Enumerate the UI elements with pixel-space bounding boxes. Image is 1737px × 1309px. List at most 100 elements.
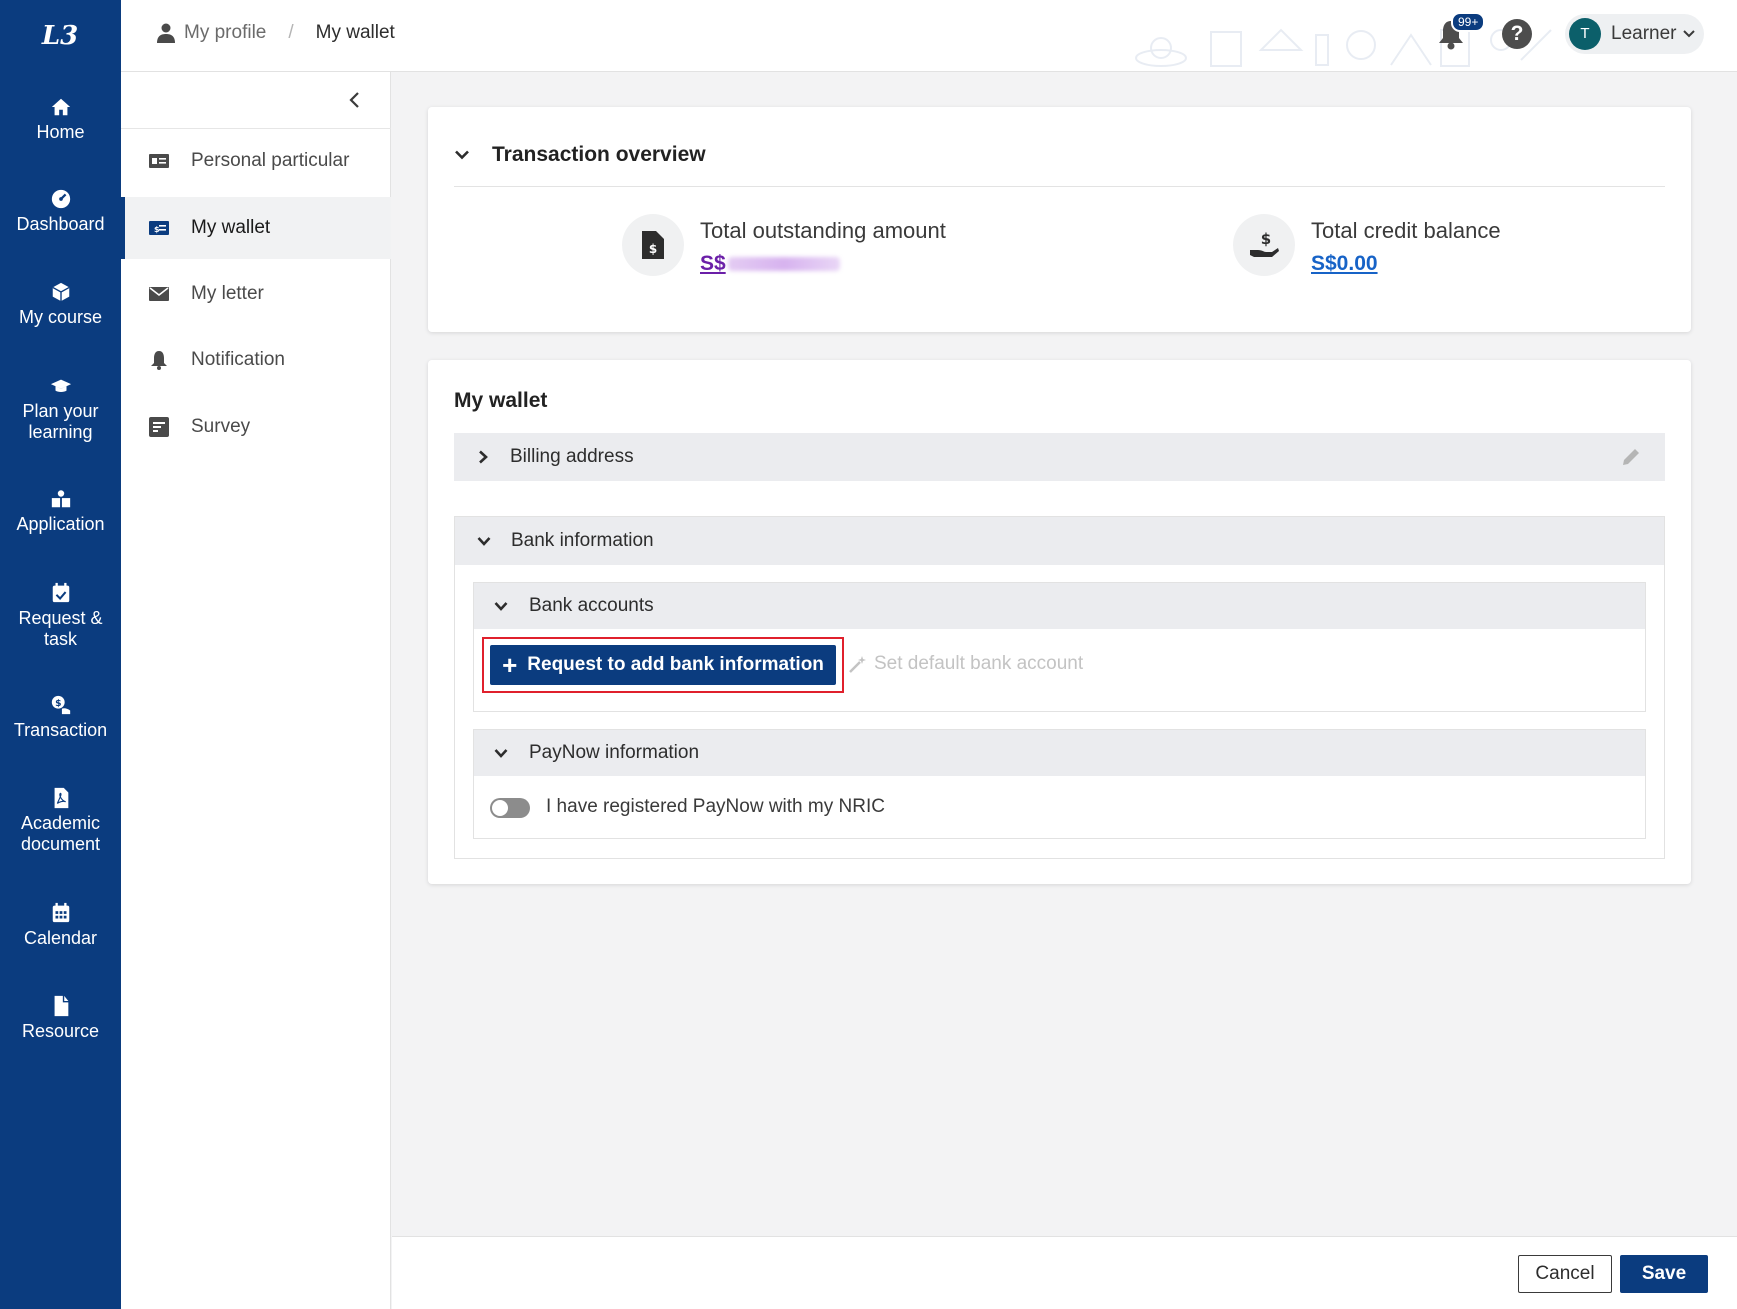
nav-item-label: Dashboard bbox=[16, 214, 105, 234]
set-default-bank-button[interactable]: Set default bank account bbox=[848, 653, 1083, 675]
graduation-cap-icon bbox=[50, 379, 71, 392]
user-name: Learner bbox=[1611, 23, 1677, 44]
app-logo[interactable]: L3 bbox=[40, 16, 80, 56]
svg-text:$: $ bbox=[649, 242, 657, 256]
nav-item-label: Request & task bbox=[18, 608, 103, 649]
nav-item-academic-document[interactable]: Academic document bbox=[0, 787, 121, 855]
bank-information-label: Bank information bbox=[511, 530, 654, 551]
invoice-icon-circle: $ bbox=[622, 214, 684, 276]
save-button[interactable]: Save bbox=[1620, 1255, 1708, 1293]
submenu-item-my-letter[interactable]: My letter bbox=[121, 263, 391, 325]
nav-item-label: Transaction bbox=[13, 720, 108, 740]
breadcrumb-separator: / bbox=[288, 22, 294, 43]
application-icon bbox=[51, 490, 70, 508]
submenu-item-personal-particular[interactable]: Personal particular bbox=[121, 130, 391, 192]
billing-address-accordion[interactable]: Billing address bbox=[454, 433, 1665, 481]
bank-accounts-accordion[interactable]: Bank accounts bbox=[474, 583, 1645, 629]
chevron-down-icon bbox=[477, 537, 491, 546]
nav-item-transaction[interactable]: $ Transaction bbox=[0, 694, 121, 741]
left-navigation: L3 Home Dashboard My course Plan your le… bbox=[0, 0, 121, 1309]
paynow-accordion[interactable]: PayNow information bbox=[474, 730, 1645, 776]
help-icon[interactable]: ? bbox=[1502, 19, 1532, 49]
svg-text:$: $ bbox=[1261, 230, 1271, 248]
nav-item-dashboard[interactable]: Dashboard bbox=[0, 188, 121, 235]
paynow-toggle[interactable] bbox=[490, 798, 530, 818]
toggle-knob bbox=[492, 800, 508, 816]
breadcrumb-my-profile[interactable]: My profile bbox=[184, 22, 266, 44]
chevron-down-icon bbox=[455, 150, 469, 160]
chevron-down-icon bbox=[494, 602, 508, 611]
user-menu[interactable]: T Learner bbox=[1565, 14, 1704, 54]
nav-item-my-course[interactable]: My course bbox=[0, 281, 121, 328]
chevron-down-icon bbox=[1682, 30, 1695, 38]
hand-money-icon-circle: $ bbox=[1233, 214, 1295, 276]
submenu-item-my-wallet[interactable]: $ My wallet bbox=[121, 197, 391, 259]
profile-submenu: Personal particular $ My wallet My lette… bbox=[121, 72, 391, 1309]
bank-accounts-label: Bank accounts bbox=[529, 595, 654, 616]
id-card-icon bbox=[149, 154, 169, 168]
plus-icon: + bbox=[502, 650, 518, 680]
submenu-item-label: Notification bbox=[191, 349, 285, 370]
calendar-check-icon bbox=[52, 582, 69, 603]
transaction-overview-card: Transaction overview $ Total outstanding… bbox=[428, 107, 1691, 332]
nav-item-label: My course bbox=[18, 307, 103, 327]
nav-item-request-task[interactable]: Request & task bbox=[0, 582, 121, 650]
nav-item-label: Home bbox=[36, 122, 85, 142]
request-add-bank-button[interactable]: + Request to add bank information bbox=[490, 645, 836, 685]
submenu-item-survey[interactable]: Survey bbox=[121, 396, 391, 458]
outstanding-amount-label: Total outstanding amount bbox=[700, 218, 946, 243]
credit-balance-label: Total credit balance bbox=[1311, 218, 1501, 243]
nav-item-calendar[interactable]: Calendar bbox=[0, 902, 121, 949]
cube-icon bbox=[51, 282, 70, 302]
survey-icon bbox=[149, 417, 169, 437]
nav-item-label: Calendar bbox=[23, 928, 98, 948]
invoice-icon: $ bbox=[642, 231, 664, 259]
submenu-item-label: Personal particular bbox=[191, 150, 350, 171]
nav-item-home[interactable]: Home bbox=[0, 96, 121, 143]
user-icon bbox=[157, 23, 175, 43]
nav-item-plan-your-learning[interactable]: Plan your learning bbox=[0, 375, 121, 443]
credit-balance-value[interactable]: S$0.00 bbox=[1311, 252, 1378, 276]
submenu-item-notification[interactable]: Notification bbox=[121, 329, 391, 391]
app-logo-text: L3 bbox=[41, 21, 79, 51]
pencil-icon[interactable] bbox=[1621, 447, 1641, 467]
bank-information-section: Bank information Bank accounts + Request… bbox=[454, 516, 1665, 859]
submenu-divider bbox=[121, 128, 391, 129]
chevron-right-icon bbox=[479, 450, 488, 464]
home-icon bbox=[51, 98, 70, 116]
bank-information-accordion[interactable]: Bank information bbox=[455, 517, 1664, 565]
transaction-icon: $ bbox=[51, 695, 70, 715]
paynow-toggle-label: I have registered PayNow with my NRIC bbox=[546, 796, 885, 817]
transaction-overview-header[interactable]: Transaction overview bbox=[454, 143, 706, 167]
avatar: T bbox=[1569, 18, 1601, 50]
calendar-icon bbox=[52, 902, 69, 923]
outstanding-amount-value: S$ bbox=[700, 252, 726, 275]
submenu-item-label: Survey bbox=[191, 416, 251, 437]
bank-accounts-section: Bank accounts + Request to add bank info… bbox=[473, 582, 1646, 712]
pdf-file-icon bbox=[54, 787, 68, 809]
section-divider bbox=[454, 186, 1665, 187]
outstanding-amount-stat: $ Total outstanding amount S$ bbox=[622, 214, 946, 276]
outstanding-amount-link[interactable]: S$ bbox=[700, 252, 840, 276]
credit-balance-stat: $ Total credit balance S$0.00 bbox=[1233, 214, 1501, 276]
nav-item-label: Academic document bbox=[20, 813, 101, 854]
billing-address-label: Billing address bbox=[510, 446, 634, 467]
top-header: My profile / My wallet 99+ ? T Learner bbox=[121, 0, 1737, 72]
nav-item-label: Resource bbox=[21, 1021, 100, 1041]
redacted-amount bbox=[727, 257, 840, 272]
cancel-button[interactable]: Cancel bbox=[1518, 1255, 1612, 1293]
envelope-icon bbox=[149, 287, 169, 301]
chevron-left-icon[interactable] bbox=[345, 90, 365, 110]
file-icon bbox=[54, 995, 68, 1017]
dashboard-icon bbox=[51, 189, 70, 209]
chevron-down-icon bbox=[494, 749, 508, 758]
nav-item-resource[interactable]: Resource bbox=[0, 995, 121, 1042]
transaction-overview-title: Transaction overview bbox=[492, 143, 706, 166]
nav-item-application[interactable]: Application bbox=[0, 488, 121, 535]
breadcrumb-current: My wallet bbox=[315, 22, 395, 43]
submenu-item-label: My letter bbox=[191, 283, 264, 304]
magic-wand-icon bbox=[849, 656, 866, 673]
submenu-item-label: My wallet bbox=[191, 217, 271, 238]
bell-icon bbox=[151, 351, 167, 370]
set-default-bank-label: Set default bank account bbox=[874, 653, 1084, 674]
